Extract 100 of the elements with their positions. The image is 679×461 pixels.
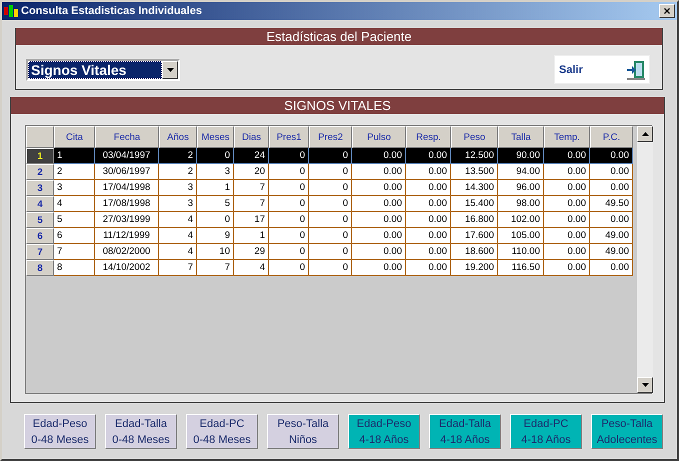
table-cell: 105.00 — [498, 228, 544, 244]
chart-button[interactable]: Peso-Talla Niños — [267, 414, 339, 449]
column-header[interactable]: Peso — [451, 126, 498, 148]
table-cell: 0.00 — [406, 228, 451, 244]
table-cell: 102.00 — [498, 212, 544, 228]
row-selector[interactable]: 7 — [26, 244, 54, 260]
window-title: Consulta Estadisticas Individuales — [21, 5, 203, 17]
table-cell: 0.00 — [544, 228, 590, 244]
table-cell: 0.00 — [544, 148, 590, 164]
table-cell: 49.00 — [590, 228, 633, 244]
row-selector[interactable]: 1 — [26, 148, 54, 164]
table-cell: 14/10/2002 — [95, 260, 159, 276]
table-cell: 2 — [54, 164, 95, 180]
table-cell: 49.50 — [590, 196, 633, 212]
row-selector[interactable]: 2 — [26, 164, 54, 180]
row-selector[interactable]: 8 — [26, 260, 54, 276]
column-header[interactable]: Talla — [498, 126, 544, 148]
app-icon — [4, 5, 18, 17]
exit-button[interactable]: Salir — [554, 55, 650, 84]
table-cell: 0 — [269, 196, 309, 212]
table-cell: 29 — [234, 244, 269, 260]
table-cell: 13.500 — [451, 164, 498, 180]
table-cell: 1 — [197, 180, 234, 196]
table-cell: 0.00 — [352, 212, 406, 228]
table-cell: 0 — [197, 148, 234, 164]
down-arrow-icon — [642, 383, 648, 387]
column-header[interactable]: Cita — [54, 126, 95, 148]
table-cell: 0.00 — [406, 164, 451, 180]
row-selector[interactable]: 3 — [26, 180, 54, 196]
table-cell: 17/08/1998 — [95, 196, 159, 212]
table-cell: 30/06/1997 — [95, 164, 159, 180]
table-cell: 0 — [269, 244, 309, 260]
table-cell: 0 — [269, 228, 309, 244]
statistics-dropdown[interactable]: Signos Vitales — [26, 58, 180, 80]
table-cell: 0.00 — [406, 244, 451, 260]
caret-icon — [166, 68, 174, 72]
table-cell: 0 — [309, 148, 352, 164]
chart-button[interactable]: Edad-Peso 4-18 Años — [348, 414, 420, 449]
panel-header: Estadísticas del Paciente — [16, 28, 662, 45]
table-cell: 0.00 — [352, 244, 406, 260]
column-header[interactable]: Meses — [197, 126, 234, 148]
table-cell: 0 — [309, 164, 352, 180]
table-cell: 0.00 — [590, 212, 633, 228]
table-cell: 4 — [159, 212, 197, 228]
table-cell: 15.400 — [451, 196, 498, 212]
chart-button[interactable]: Peso-Talla Adolecentes — [591, 414, 663, 449]
panel-header: SIGNOS VITALES — [11, 97, 664, 114]
row-selector[interactable]: 4 — [26, 196, 54, 212]
chart-button[interactable]: Edad-Talla 0-48 Meses — [105, 414, 177, 449]
table-cell: 1 — [54, 148, 95, 164]
table-cell: 116.50 — [498, 260, 544, 276]
table-cell: 0 — [309, 212, 352, 228]
table-cell: 1 — [234, 228, 269, 244]
close-button[interactable]: × — [659, 4, 675, 18]
row-selector[interactable]: 6 — [26, 228, 54, 244]
table-cell: 0 — [309, 260, 352, 276]
column-header[interactable]: Pres2 — [309, 126, 352, 148]
table-cell: 10 — [197, 244, 234, 260]
table-cell: 11/12/1999 — [95, 228, 159, 244]
column-header[interactable]: Pulso — [352, 126, 406, 148]
table-cell: 0.00 — [590, 148, 633, 164]
table-cell: 27/03/1999 — [95, 212, 159, 228]
table-cell: 0.00 — [406, 180, 451, 196]
chart-button[interactable]: Edad-Talla 4-18 Años — [429, 414, 501, 449]
column-header[interactable]: Temp. — [544, 126, 590, 148]
table-cell: 0 — [197, 212, 234, 228]
table-cell: 0 — [309, 244, 352, 260]
table-cell: 17 — [234, 212, 269, 228]
table-cell: 24 — [234, 148, 269, 164]
column-header[interactable]: Años — [159, 126, 197, 148]
table-cell: 3 — [159, 196, 197, 212]
table-cell: 0.00 — [544, 212, 590, 228]
column-header[interactable]: Pres1 — [269, 126, 309, 148]
column-header[interactable]: Fecha — [95, 126, 159, 148]
column-header[interactable]: Resp. — [406, 126, 451, 148]
table-cell: 0.00 — [544, 180, 590, 196]
table-cell: 19.200 — [451, 260, 498, 276]
column-header[interactable]: Dias — [234, 126, 269, 148]
chart-button[interactable]: Edad-Peso 0-48 Meses — [24, 414, 96, 449]
table-cell: 4 — [159, 228, 197, 244]
row-selector[interactable]: 5 — [26, 212, 54, 228]
table-cell: 5 — [54, 212, 95, 228]
table-cell: 17.600 — [451, 228, 498, 244]
table-cell: 0.00 — [352, 260, 406, 276]
table-cell: 9 — [197, 228, 234, 244]
table-cell: 12.500 — [451, 148, 498, 164]
chart-button[interactable]: Edad-PC 0-48 Meses — [186, 414, 258, 449]
table-cell: 7 — [234, 196, 269, 212]
chart-button[interactable]: Edad-PC 4-18 Años — [510, 414, 582, 449]
table-cell: 7 — [54, 244, 95, 260]
table-cell: 0.00 — [544, 244, 590, 260]
column-header[interactable]: P.C. — [590, 126, 633, 148]
table-cell: 96.00 — [498, 180, 544, 196]
table-cell: 8 — [54, 260, 95, 276]
table-cell: 3 — [54, 180, 95, 196]
table-cell: 0.00 — [406, 148, 451, 164]
scrollbar[interactable] — [637, 126, 653, 393]
table-cell: 14.300 — [451, 180, 498, 196]
table-cell: 17/04/1998 — [95, 180, 159, 196]
table-cell: 0.00 — [590, 164, 633, 180]
